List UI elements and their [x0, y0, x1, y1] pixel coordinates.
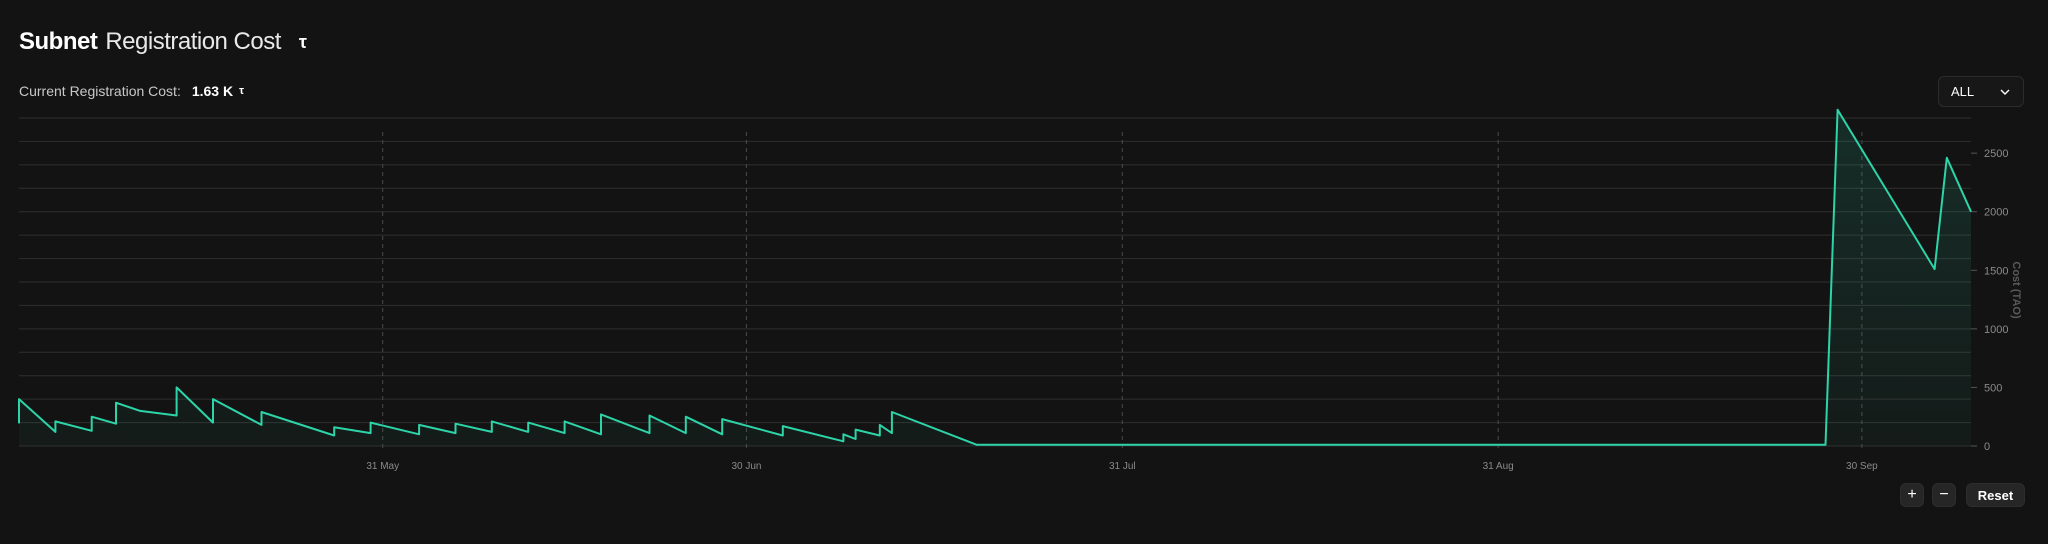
y-tick-label: 0	[1984, 441, 1990, 453]
cost-area	[19, 109, 1971, 447]
x-axis-ticks: 31 May 30 Jun 31 Jul 31 Aug 30 Sep	[366, 461, 1878, 472]
y-axis-ticks: 0 500 1000 1500 2000 2500	[1971, 148, 2008, 453]
y-tick-label: 1500	[1984, 265, 2008, 277]
horizontal-grid	[19, 117, 1971, 447]
y-axis-label: Cost (TAO)	[2010, 261, 2022, 319]
zoom-out-button[interactable]: −	[1932, 483, 1956, 507]
x-tick-label: 31 Aug	[1483, 461, 1514, 472]
x-tick-label: 30 Jun	[731, 461, 761, 472]
y-tick-label: 2000	[1984, 207, 2008, 219]
x-tick-label: 31 Jul	[1109, 461, 1136, 472]
cost-line	[18, 108, 1972, 446]
x-tick-label: 30 Sep	[1846, 461, 1878, 472]
y-tick-label: 1000	[1984, 324, 2008, 336]
vertical-grid	[382, 132, 1863, 452]
x-tick-label: 31 May	[366, 461, 399, 472]
y-tick-label: 2500	[1984, 148, 2008, 160]
zoom-in-button[interactable]: +	[1900, 483, 1924, 507]
cost-chart[interactable]: 05001000150020002500 31 May 30 Jun 31 Jul 3…	[0, 0, 2048, 480]
reset-button[interactable]: Reset	[1966, 483, 2025, 507]
y-tick-label: 500	[1984, 382, 2002, 394]
